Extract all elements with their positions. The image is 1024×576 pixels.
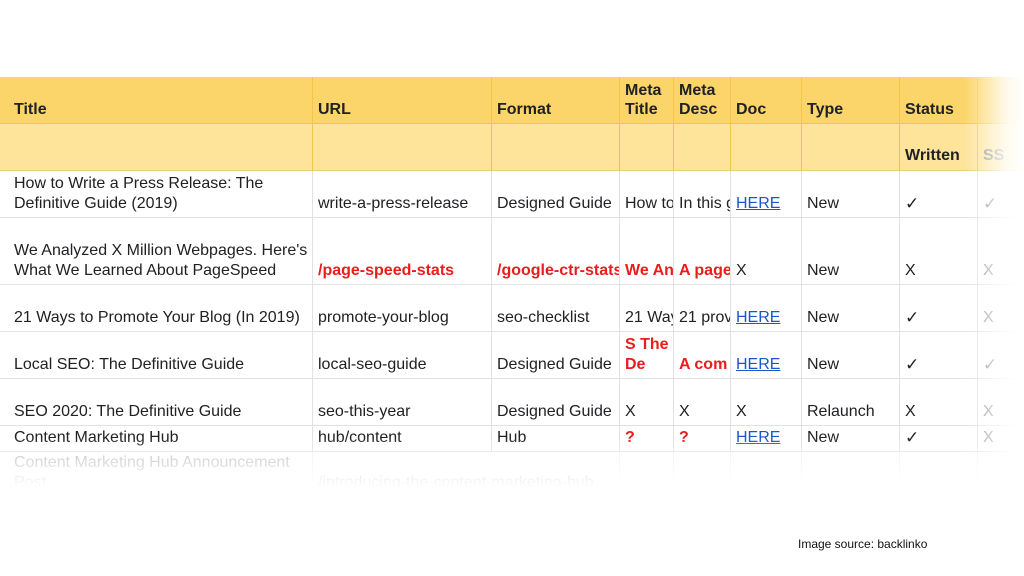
url-cell[interactable]: /page-speed-stats (313, 218, 492, 285)
format-cell[interactable]: seo-checklist (492, 285, 620, 332)
header-title[interactable]: Title (0, 77, 313, 124)
ss-cell[interactable]: X (978, 379, 1024, 426)
url-cell[interactable]: /introducing-the-content-marketing-hub (313, 452, 620, 497)
type-cell[interactable]: Relaunch (802, 379, 900, 426)
url-cell[interactable]: promote-your-blog (313, 285, 492, 332)
meta-desc-cell[interactable]: A com (674, 332, 731, 379)
written-cell[interactable]: ✓ (900, 171, 978, 218)
title-cell[interactable]: 21 Ways to Promote Your Blog (In 2019) (0, 285, 313, 332)
subheader-written[interactable]: Written (900, 124, 978, 171)
written-cell[interactable]: ✓ (900, 285, 978, 332)
subheader-blank[interactable] (802, 124, 900, 171)
subheader-blank[interactable] (620, 124, 674, 171)
title-cell[interactable]: We Analyzed X Million Webpages. Here's W… (0, 218, 313, 285)
meta-title-cell[interactable]: ? (620, 426, 674, 452)
header-format[interactable]: Format (492, 77, 620, 124)
format-cell[interactable]: Designed Guide (492, 332, 620, 379)
doc-cell[interactable]: X (731, 218, 802, 285)
title-cell[interactable]: Content Marketing Hub (0, 426, 313, 452)
url-cell[interactable]: local-seo-guide (313, 332, 492, 379)
url-cell[interactable]: seo-this-year (313, 379, 492, 426)
ss-cell[interactable]: X (978, 426, 1024, 452)
title-cell[interactable]: Content Marketing Hub Announcement Post (0, 452, 313, 497)
format-cell[interactable]: Hub (492, 426, 620, 452)
header-type[interactable]: Type (802, 77, 900, 124)
doc-cell[interactable]: HERE (731, 285, 802, 332)
doc-link[interactable]: HERE (736, 428, 780, 448)
meta-desc-cell[interactable]: A page (674, 218, 731, 285)
written-cell[interactable]: ✓ (900, 332, 978, 379)
type-cell[interactable]: New (802, 218, 900, 285)
type-cell[interactable] (802, 452, 900, 497)
written-cell[interactable]: ✓ (900, 426, 978, 452)
type-cell[interactable]: New (802, 171, 900, 218)
ss-cell[interactable]: ✓ (978, 332, 1024, 379)
doc-link[interactable]: HERE (736, 355, 780, 375)
meta-title-cell[interactable] (620, 452, 674, 497)
format-cell[interactable]: Designed Guide (492, 379, 620, 426)
subheader-blank[interactable] (731, 124, 802, 171)
written-cell[interactable] (900, 452, 978, 497)
subheader-blank[interactable] (313, 124, 492, 171)
format-cell[interactable]: Designed Guide (492, 171, 620, 218)
meta-desc-cell[interactable]: 21 prov (674, 285, 731, 332)
url-cell[interactable]: hub/content (313, 426, 492, 452)
format-cell[interactable]: /google-ctr-stats (492, 218, 620, 285)
header-extra[interactable] (978, 77, 1024, 124)
meta-desc-cell[interactable]: X (674, 379, 731, 426)
doc-cell[interactable] (731, 452, 802, 497)
type-cell[interactable]: New (802, 426, 900, 452)
meta-title-cell[interactable]: How to (620, 171, 674, 218)
header-url[interactable]: URL (313, 77, 492, 124)
subheader-blank[interactable] (492, 124, 620, 171)
meta-title-cell[interactable]: We An (620, 218, 674, 285)
title-cell[interactable]: SEO 2020: The Definitive Guide (0, 379, 313, 426)
meta-desc-cell[interactable] (674, 452, 731, 497)
header-meta-title[interactable]: Meta Title (620, 77, 674, 124)
meta-title-cell[interactable]: X (620, 379, 674, 426)
meta-desc-cell[interactable]: In this g (674, 171, 731, 218)
url-cell[interactable]: write-a-press-release (313, 171, 492, 218)
title-cell[interactable]: Local SEO: The Definitive Guide (0, 332, 313, 379)
meta-desc-cell[interactable]: ? (674, 426, 731, 452)
header-doc[interactable]: Doc (731, 77, 802, 124)
doc-cell[interactable]: HERE (731, 171, 802, 218)
subheader-blank[interactable] (674, 124, 731, 171)
subheader-ss[interactable]: SS (978, 124, 1024, 171)
meta-title-cell[interactable]: 21 Way (620, 285, 674, 332)
doc-cell[interactable]: X (731, 379, 802, 426)
written-cell[interactable]: X (900, 218, 978, 285)
header-status[interactable]: Status (900, 77, 978, 124)
header-meta-desc[interactable]: Meta Desc (674, 77, 731, 124)
title-cell[interactable]: How to Write a Press Release: The Defini… (0, 171, 313, 218)
doc-cell[interactable]: HERE (731, 332, 802, 379)
image-source-caption: Image source: backlinko (798, 537, 928, 551)
doc-cell[interactable]: HERE (731, 426, 802, 452)
written-cell[interactable]: X (900, 379, 978, 426)
type-cell[interactable]: New (802, 285, 900, 332)
ss-cell[interactable] (978, 452, 1024, 497)
type-cell[interactable]: New (802, 332, 900, 379)
spreadsheet: Title URL Format Meta Title Meta Desc Do… (0, 77, 1024, 497)
doc-link[interactable]: HERE (736, 308, 780, 328)
ss-cell[interactable]: ✓ (978, 171, 1024, 218)
ss-cell[interactable]: X (978, 218, 1024, 285)
subheader-blank[interactable] (0, 124, 313, 171)
ss-cell[interactable]: X (978, 285, 1024, 332)
doc-link[interactable]: HERE (736, 194, 780, 214)
meta-title-cell[interactable]: Local S The De (620, 332, 674, 379)
